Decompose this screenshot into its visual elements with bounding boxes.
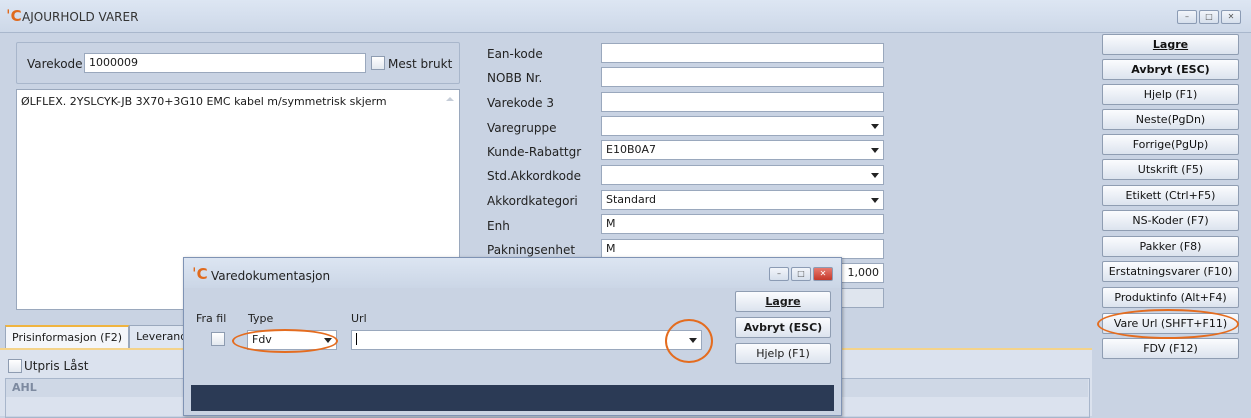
- product-info-button[interactable]: Produktinfo (Alt+F4): [1102, 287, 1239, 308]
- pakningsenhet-label: Pakningsenhet: [487, 243, 576, 257]
- tab-prisinformasjon[interactable]: Prisinformasjon (F2): [5, 325, 130, 349]
- varekode3-input[interactable]: [601, 92, 884, 112]
- std-akkordkode-select[interactable]: [601, 165, 884, 185]
- akkordkategori-label: Akkordkategori: [487, 194, 578, 208]
- description-text: ØLFLEX. 2YSLCYK-JB 3X70+3G10 EMC kabel m…: [21, 95, 387, 108]
- fra-fil-checkbox[interactable]: [211, 332, 225, 346]
- varedokumentasjon-dialog: ˈC Varedokumentasjon – □ ✕ Fra fil Type …: [183, 257, 842, 416]
- varekode-label: Varekode: [27, 57, 83, 71]
- minimize-icon[interactable]: –: [769, 267, 789, 281]
- next-button[interactable]: Neste(PgDn): [1102, 109, 1239, 130]
- highlight-ellipse: [665, 319, 713, 363]
- chevron-down-icon: [871, 124, 879, 129]
- replacement-items-button[interactable]: Erstatningsvarer (F10): [1102, 261, 1239, 282]
- save-button[interactable]: Lagre: [1102, 34, 1239, 55]
- close-icon[interactable]: ✕: [1221, 10, 1241, 24]
- previous-button[interactable]: Forrige(PgUp): [1102, 134, 1239, 155]
- varegruppe-select[interactable]: [601, 116, 884, 136]
- minimize-icon[interactable]: –: [1177, 10, 1197, 24]
- maximize-icon[interactable]: □: [791, 267, 811, 281]
- utpris-last-label: Utpris Låst: [24, 359, 89, 373]
- varekode3-label: Varekode 3: [487, 96, 554, 110]
- utpris-last-checkbox[interactable]: [8, 359, 22, 373]
- mest-brukt-checkbox[interactable]: [371, 56, 385, 70]
- help-button[interactable]: Hjelp (F1): [1102, 84, 1239, 105]
- app-logo-icon: ˈC: [6, 7, 22, 25]
- ean-kode-label: Ean-kode: [487, 47, 543, 61]
- type-label: Type: [248, 312, 274, 325]
- akkordkategori-select[interactable]: Standard: [601, 190, 884, 210]
- mest-brukt-label: Mest brukt: [388, 57, 453, 71]
- varekode-input[interactable]: 1000009: [84, 53, 366, 73]
- chevron-down-icon: [871, 198, 879, 203]
- highlight-ellipse: [232, 329, 338, 353]
- window-title: AJOURHOLD VARER: [22, 10, 139, 24]
- fra-fil-label: Fra fil: [196, 312, 227, 325]
- url-input[interactable]: [351, 330, 702, 350]
- maximize-icon[interactable]: □: [1199, 10, 1219, 24]
- enh-label: Enh: [487, 219, 510, 233]
- dialog-cancel-button[interactable]: Avbryt (ESC): [735, 317, 831, 338]
- highlight-ellipse: [1097, 309, 1239, 339]
- packages-button[interactable]: Pakker (F8): [1102, 236, 1239, 257]
- kunde-rabattgr-label: Kunde-Rabattgr: [487, 145, 582, 159]
- documents-grid[interactable]: [191, 385, 834, 411]
- dialog-help-button[interactable]: Hjelp (F1): [735, 343, 831, 364]
- dialog-title-bar: ˈC Varedokumentasjon – □ ✕: [184, 258, 841, 288]
- fdv-button[interactable]: FDV (F12): [1102, 338, 1239, 359]
- std-akkordkode-label: Std.Akkordkode: [487, 169, 581, 183]
- ean-kode-input[interactable]: [601, 43, 884, 63]
- title-bar: ˈC AJOURHOLD VARER – □ ✕: [0, 0, 1251, 33]
- nobb-input[interactable]: [601, 67, 884, 87]
- chevron-down-icon: [871, 148, 879, 153]
- chevron-down-icon: [871, 173, 879, 178]
- pakningsenhet-input[interactable]: M: [601, 239, 884, 259]
- dialog-title: Varedokumentasjon: [211, 269, 331, 283]
- varegruppe-label: Varegruppe: [487, 121, 557, 135]
- app-logo-icon: ˈC: [192, 265, 208, 283]
- url-label: Url: [351, 312, 367, 325]
- kunde-rabattgr-select[interactable]: E10B0A7: [601, 140, 884, 160]
- print-button[interactable]: Utskrift (F5): [1102, 159, 1239, 180]
- nobb-label: NOBB Nr.: [487, 71, 543, 85]
- enh-input[interactable]: M: [601, 214, 884, 234]
- dialog-save-button[interactable]: Lagre: [735, 291, 831, 312]
- cancel-button[interactable]: Avbryt (ESC): [1102, 59, 1239, 80]
- close-icon[interactable]: ✕: [813, 267, 833, 281]
- tab-bar: Prisinformasjon (F2) Leverand: [5, 325, 195, 349]
- ns-codes-button[interactable]: NS-Koder (F7): [1102, 210, 1239, 231]
- label-button[interactable]: Etikett (Ctrl+F5): [1102, 185, 1239, 206]
